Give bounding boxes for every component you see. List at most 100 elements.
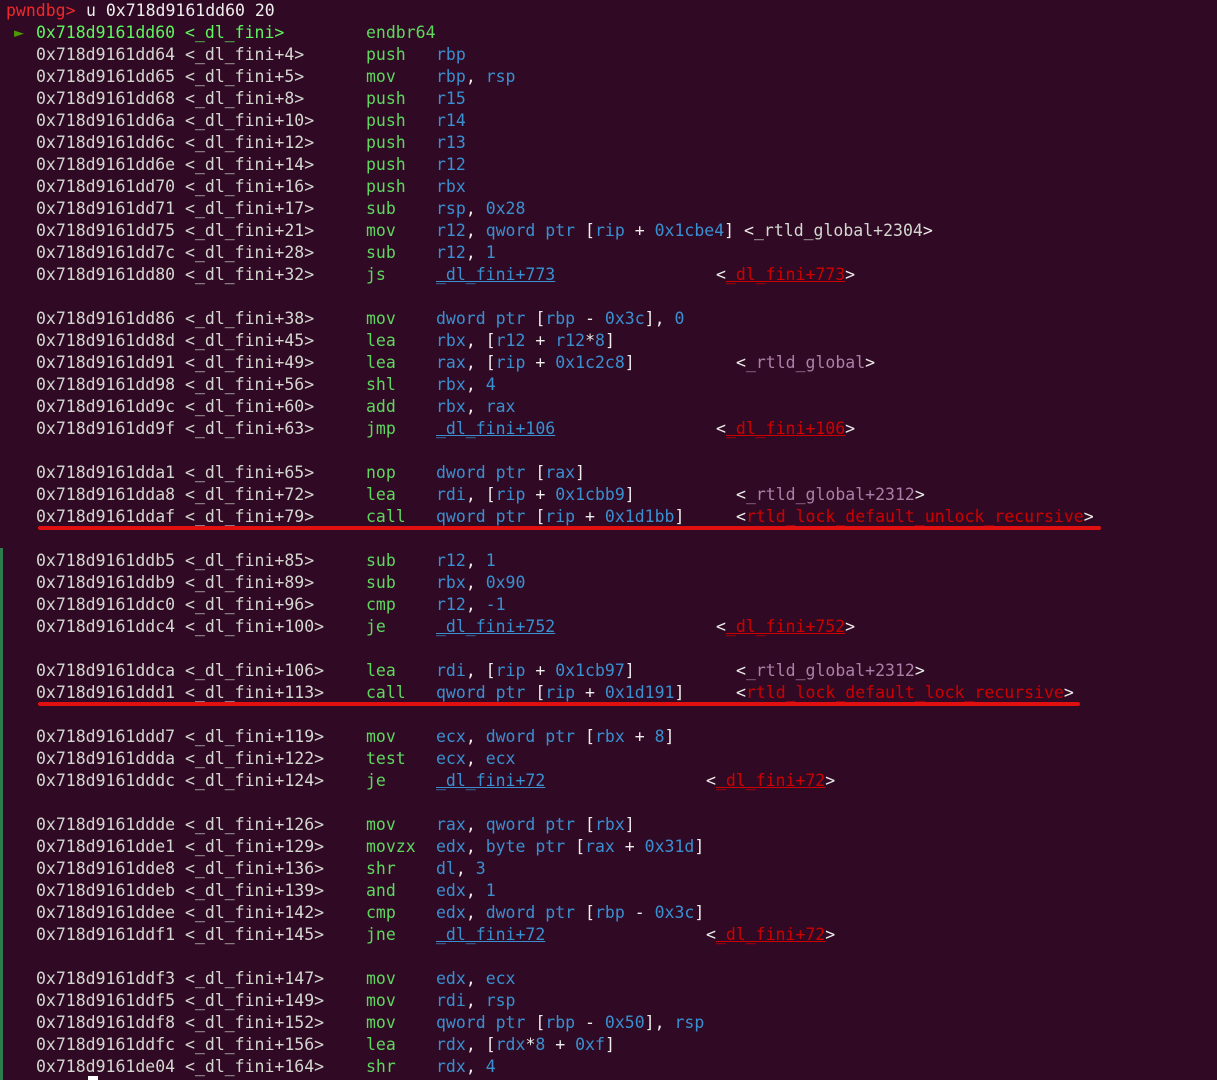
instruction-address: 0x718d9161ddde <_dl_fini+126>: [36, 814, 324, 836]
address-symbol: <_dl_fini+56>: [175, 375, 315, 394]
operand-token: >: [922, 221, 933, 240]
annotation-symbol-name: _rtld_global+2312: [745, 661, 915, 680]
operand-token: rsp: [674, 1013, 705, 1032]
operand-token: rbx: [436, 331, 466, 350]
instruction-operands: rbx, [r12 + r12*8]: [436, 330, 615, 352]
instruction-row: 0x718d9161dd68 <_dl_fini+8> push r15: [0, 88, 1217, 110]
operand-token: ,: [465, 199, 486, 218]
instruction-address: 0x718d9161dd6a <_dl_fini+10>: [36, 110, 314, 132]
operand-token: 4: [485, 375, 496, 394]
operand-token: rax: [545, 463, 576, 482]
operand-token: 1: [485, 881, 496, 900]
instruction-address: 0x718d9161ddd7 <_dl_fini+119>: [36, 726, 324, 748]
instruction-operands: rdi, [rip + 0x1cbb9]: [436, 484, 635, 506]
address-symbol: <_dl_fini+106>: [175, 661, 325, 680]
address-symbol: <_dl_fini+45>: [175, 331, 315, 350]
instruction-row: 0x718d9161ddfc <_dl_fini+156> lea rdx, [rd…: [0, 1034, 1217, 1056]
symbol-annotation: <_dl_fini+72>: [706, 924, 835, 946]
address-symbol: <_dl_fini+129>: [175, 837, 325, 856]
instruction-address: 0x718d9161ddd1 <_dl_fini+113>: [36, 682, 324, 704]
instruction-address: 0x718d9161dd8d <_dl_fini+45>: [36, 330, 314, 352]
address-value: 0x718d9161ddf5: [36, 991, 176, 1010]
operand-token: r15: [436, 89, 466, 108]
instruction-address: 0x718d9161ddca <_dl_fini+106>: [36, 660, 324, 682]
operand-token: rdi: [436, 991, 466, 1010]
instruction-row: 0x718d9161ddb5 <_dl_fini+85> sub r12, 1: [0, 550, 1217, 572]
instruction-row: 0x718d9161dd65 <_dl_fini+5> mov rbp, rsp: [0, 66, 1217, 88]
instruction-operands: dword ptr [rax]: [436, 462, 585, 484]
address-value: 0x718d9161ddf1: [36, 925, 176, 944]
instruction-row: 0x718d9161ddde <_dl_fini+126> mov rax, qwo…: [0, 814, 1217, 836]
operand-token: ]: [624, 661, 635, 680]
instruction-operands: _dl_fini+752: [436, 616, 555, 638]
angle-open: <: [716, 617, 726, 636]
instruction-operands: r12, 1: [436, 550, 496, 572]
current-pc-arrow-icon: ►: [14, 23, 24, 42]
instruction-address: 0x718d9161ddda <_dl_fini+122>: [36, 748, 324, 770]
instruction-row: 0x718d9161dd6a <_dl_fini+10> push r14: [0, 110, 1217, 132]
angle-open: <: [706, 771, 716, 790]
instruction-mnemonic: sub: [366, 199, 396, 218]
operand-token: +: [614, 837, 645, 856]
instruction-address: 0x718d9161dd65 <_dl_fini+5>: [36, 66, 304, 88]
instruction-address: 0x718d9161dd75 <_dl_fini+21>: [36, 220, 314, 242]
instruction-row: 0x718d9161ddeb <_dl_fini+139> and edx, 1: [0, 880, 1217, 902]
address-value: 0x718d9161ddca: [36, 661, 176, 680]
address-symbol: <_dl_fini+5>: [175, 67, 305, 86]
address-symbol: <_dl_fini>: [175, 23, 285, 42]
instruction-operands: rdi, [rip + 0x1cb97]: [436, 660, 635, 682]
operand-token: 0x90: [485, 573, 526, 592]
address-symbol: <_dl_fini+124>: [175, 771, 325, 790]
instruction-mnemonic: add: [366, 397, 396, 416]
symbol-annotation: <_dl_fini+72>: [706, 770, 835, 792]
symbol-annotation: <rtld_lock_default_unlock_recursive>: [736, 506, 1094, 528]
instruction-operands: _dl_fini+106: [436, 418, 555, 440]
address-symbol: <_dl_fini+49>: [175, 353, 315, 372]
address-value: 0x718d9161ddf8: [36, 1013, 176, 1032]
operand-token: ,: [465, 749, 486, 768]
operand-token: 0x1cbb9: [555, 485, 625, 504]
instruction-mnemonic: cmp: [366, 595, 396, 614]
instruction-address: 0x718d9161ddc0 <_dl_fini+96>: [36, 594, 314, 616]
address-value: 0x718d9161ddd1: [36, 683, 176, 702]
annotation-symbol-name: _dl_fini+752: [725, 617, 846, 636]
operand-token: ,: [465, 903, 486, 922]
address-symbol: <_dl_fini+122>: [175, 749, 325, 768]
instruction-mnemonic: push: [366, 111, 406, 130]
instruction-row: 0x718d9161dd6c <_dl_fini+12> push r13: [0, 132, 1217, 154]
instruction-row: 0x718d9161ddca <_dl_fini+106> lea rdi, [ri…: [0, 660, 1217, 682]
instruction-row: 0x718d9161dd9f <_dl_fini+63> jmp _dl_fini+…: [0, 418, 1217, 440]
operand-token: _dl_fini+106: [436, 419, 556, 438]
instruction-operands: qword ptr [rbp - 0x50], rsp: [436, 1012, 704, 1034]
instruction-row: 0x718d9161dd71 <_dl_fini+17> sub rsp, 0x28: [0, 198, 1217, 220]
instruction-address: 0x718d9161dd9c <_dl_fini+60>: [36, 396, 314, 418]
terminal-window[interactable]: pwndbg> u 0x718d9161dd60 20 ► 0x718d9161d…: [0, 0, 1217, 1080]
operand-token: +: [525, 353, 556, 372]
instruction-mnemonic: lea: [366, 331, 396, 350]
operand-token: 8: [654, 727, 665, 746]
operand-token: -: [624, 903, 655, 922]
instruction-address: 0x718d9161dd71 <_dl_fini+17>: [36, 198, 314, 220]
operand-token: rip: [495, 485, 526, 504]
instruction-address: 0x718d9161dd98 <_dl_fini+56>: [36, 374, 314, 396]
address-symbol: <_dl_fini+126>: [175, 815, 325, 834]
operand-token: 0x50: [604, 1013, 645, 1032]
symbol-annotation: <_dl_fini+106>: [716, 418, 855, 440]
instruction-address: 0x718d9161dd68 <_dl_fini+8>: [36, 88, 304, 110]
instruction-row: 0x718d9161dd98 <_dl_fini+56> shl rbx, 4: [0, 374, 1217, 396]
instruction-mnemonic: mov: [366, 969, 396, 988]
operand-token: 0x28: [485, 199, 526, 218]
operand-token: 0x1d191: [604, 683, 675, 702]
operand-token: *: [585, 331, 595, 350]
angle-close: >: [1063, 683, 1074, 702]
operand-token: *: [525, 1035, 536, 1054]
angle-close: >: [865, 353, 876, 372]
operand-token: -1: [485, 595, 506, 614]
instruction-mnemonic: test: [366, 749, 406, 768]
instruction-mnemonic: sub: [366, 551, 396, 570]
address-symbol: <_dl_fini+156>: [175, 1035, 325, 1054]
instruction-row: 0x718d9161ddf8 <_dl_fini+152> mov qword pt…: [0, 1012, 1217, 1034]
angle-close: >: [914, 661, 925, 680]
